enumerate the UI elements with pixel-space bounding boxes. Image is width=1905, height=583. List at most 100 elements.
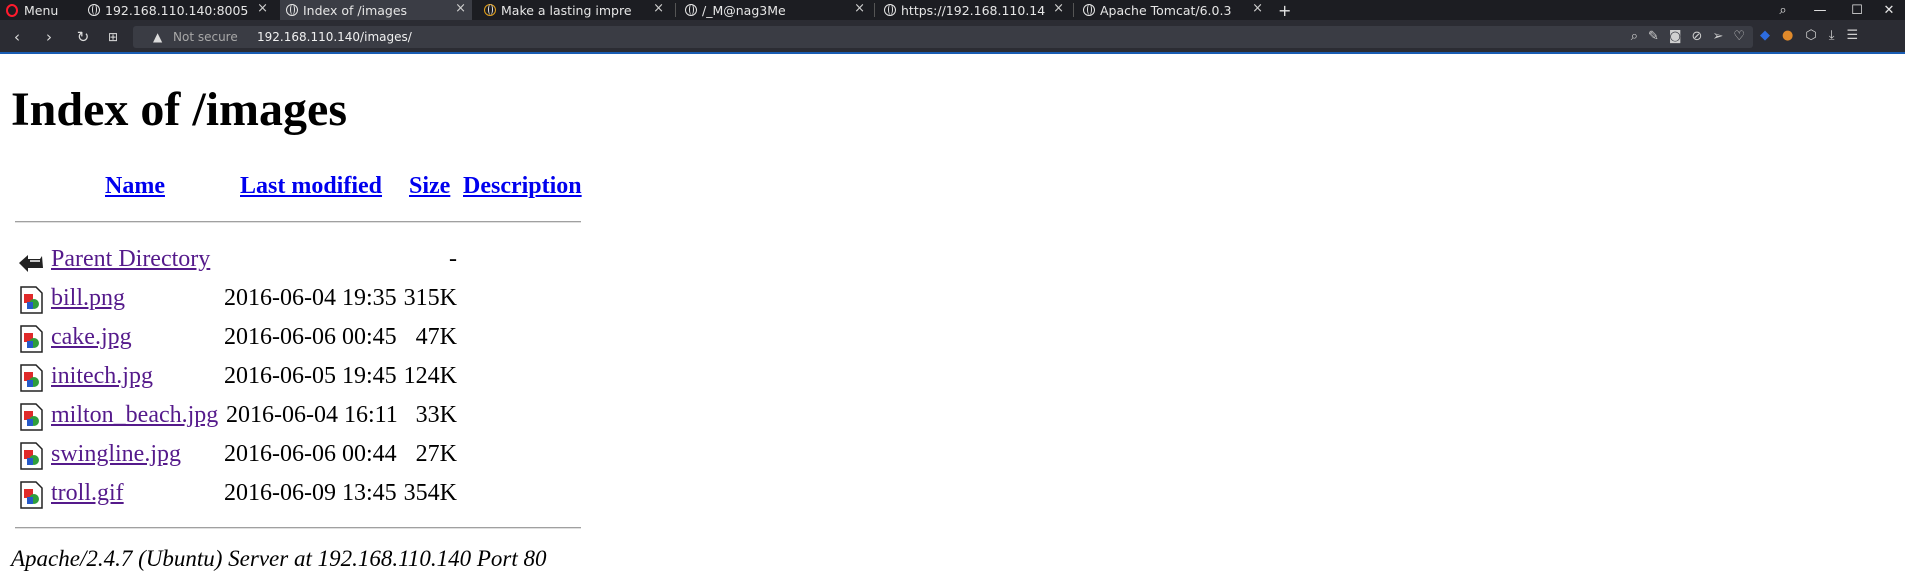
url-text[interactable]: 192.168.110.140/images/ (257, 30, 412, 44)
navigation-bar: ‹ › ↻ ⊞ ▲ Not secure 192.168.110.140/ima… (0, 20, 1905, 54)
cube-extension-icon[interactable]: ⬡ (1805, 28, 1816, 43)
search-tabs-icon[interactable]: ⌕ (1765, 0, 1801, 20)
file-size: 124K (403, 363, 457, 389)
image-file-icon (20, 325, 43, 353)
sort-by-name-link[interactable]: Name (105, 173, 165, 199)
tab-3[interactable]: Make a lasting impre × (478, 0, 670, 20)
adblock-icon[interactable]: ⊘ (1692, 29, 1703, 44)
tab-close-icon[interactable]: × (653, 1, 664, 16)
tab-title: Index of /images (303, 2, 408, 18)
tab-bar: Menu 192.168.110.140:8005 × Index of /im… (0, 0, 1905, 20)
back-icon[interactable]: ‹ (8, 28, 26, 46)
tab-2-active[interactable]: Index of /images × (280, 0, 472, 20)
tab-title: Apache Tomcat/6.0.3 (1100, 2, 1232, 18)
column-header-modified[interactable]: Last modified (240, 173, 382, 200)
close-window-icon[interactable]: ✕ (1871, 0, 1905, 20)
globe-icon (88, 4, 100, 16)
opera-logo-icon (6, 3, 18, 17)
tab-separator (1073, 3, 1074, 17)
extension-shield-icon[interactable]: ◆ (1760, 28, 1770, 43)
file-link[interactable]: initech.jpg (51, 363, 153, 390)
opera-menu-button[interactable]: Menu (6, 2, 58, 18)
minimize-icon[interactable]: — (1802, 0, 1838, 20)
tab-title: Make a lasting impre (501, 2, 632, 18)
site-favicon-icon (484, 4, 496, 16)
sort-by-description-link[interactable]: Description (463, 173, 582, 199)
list-item-parent: Parent Directory - (0, 246, 457, 278)
tab-close-icon[interactable]: × (854, 1, 865, 16)
table-row: milton_beach.jpg 2016-06-04 16:11 33K (0, 402, 457, 434)
divider-bottom (15, 527, 581, 529)
parent-directory-link[interactable]: Parent Directory (51, 246, 210, 273)
page-title: Index of /images (11, 83, 347, 136)
sort-by-modified-link[interactable]: Last modified (240, 173, 382, 199)
file-link[interactable]: troll.gif (51, 480, 124, 507)
image-file-icon (20, 442, 43, 470)
file-size: 354K (403, 480, 457, 506)
tab-close-icon[interactable]: × (1053, 1, 1064, 16)
new-tab-button[interactable]: + (1272, 0, 1296, 20)
bookmark-heart-icon[interactable]: ♡ (1733, 29, 1745, 44)
download-icon[interactable]: ⤓ (1829, 28, 1835, 43)
tab-close-icon[interactable]: × (257, 1, 268, 16)
tab-close-icon[interactable]: × (455, 1, 466, 16)
warning-icon: ▲ (153, 30, 163, 44)
menu-label: Menu (24, 2, 59, 18)
globe-icon (1083, 4, 1095, 16)
forward-icon[interactable]: › (40, 28, 58, 46)
file-modified: 2016-06-05 19:45 (224, 363, 397, 389)
address-bar[interactable]: ▲ Not secure 192.168.110.140/images/ ⌕ ✎… (133, 26, 1753, 48)
file-link[interactable]: cake.jpg (51, 324, 132, 351)
send-icon[interactable]: ➢ (1712, 29, 1723, 44)
file-link[interactable]: bill.png (51, 285, 125, 312)
file-modified: 2016-06-06 00:44 (224, 441, 397, 467)
column-header-description[interactable]: Description (463, 173, 582, 200)
column-header-name[interactable]: Name (105, 173, 165, 200)
table-row: cake.jpg 2016-06-06 00:45 47K (0, 324, 457, 356)
page-content: Index of /images Name Last modified Size… (0, 56, 1905, 583)
table-row: troll.gif 2016-06-09 13:45 354K (0, 480, 457, 512)
globe-icon (884, 4, 896, 16)
file-size: 47K (415, 324, 457, 350)
file-size: 27K (415, 441, 457, 467)
file-modified: 2016-06-04 16:11 (226, 402, 398, 428)
image-file-icon (20, 481, 43, 509)
edit-icon[interactable]: ✎ (1648, 29, 1659, 44)
tab-title: /_M@nag3Me (702, 2, 786, 18)
column-header-size[interactable]: Size (409, 173, 450, 200)
maximize-icon[interactable]: ☐ (1839, 0, 1875, 20)
table-row: bill.png 2016-06-04 19:35 315K (0, 285, 457, 317)
tab-close-icon[interactable]: × (1252, 1, 1263, 16)
file-modified: 2016-06-09 13:45 (224, 480, 397, 506)
file-size: 315K (403, 285, 457, 311)
tab-separator (874, 3, 875, 17)
tab-5[interactable]: https://192.168.110.14 × (878, 0, 1070, 20)
file-link[interactable]: swingline.jpg (51, 441, 181, 468)
file-modified: 2016-06-06 00:45 (224, 324, 397, 350)
speed-dial-icon[interactable]: ⊞ (104, 28, 122, 46)
file-size: 33K (415, 402, 457, 428)
tab-6[interactable]: Apache Tomcat/6.0.3 × (1077, 0, 1269, 20)
easy-setup-icon[interactable]: ☰ (1846, 28, 1858, 43)
tab-title: https://192.168.110.14 (901, 2, 1046, 18)
tab-4[interactable]: /_M@nag3Me × (679, 0, 871, 20)
security-status[interactable]: Not secure (173, 30, 238, 44)
server-signature: Apache/2.4.7 (Ubuntu) Server at 192.168.… (11, 546, 547, 571)
globe-icon (685, 4, 697, 16)
image-file-icon (20, 286, 43, 314)
globe-icon (286, 4, 298, 16)
divider-top (15, 221, 581, 223)
image-file-icon (20, 364, 43, 392)
sort-by-size-link[interactable]: Size (409, 173, 450, 199)
file-size: - (449, 246, 457, 272)
file-link[interactable]: milton_beach.jpg (51, 402, 218, 429)
zoom-icon[interactable]: ⌕ (1631, 29, 1638, 44)
table-row: swingline.jpg 2016-06-06 00:44 27K (0, 441, 457, 473)
file-modified: 2016-06-04 19:35 (224, 285, 397, 311)
cookie-icon[interactable]: ● (1782, 28, 1793, 43)
tab-1[interactable]: 192.168.110.140:8005 × (82, 0, 274, 20)
back-arrow-folder-icon (19, 255, 43, 272)
tab-title: 192.168.110.140:8005 (105, 2, 249, 18)
snapshot-icon[interactable]: ◙ (1669, 29, 1682, 44)
reload-icon[interactable]: ↻ (74, 28, 92, 46)
